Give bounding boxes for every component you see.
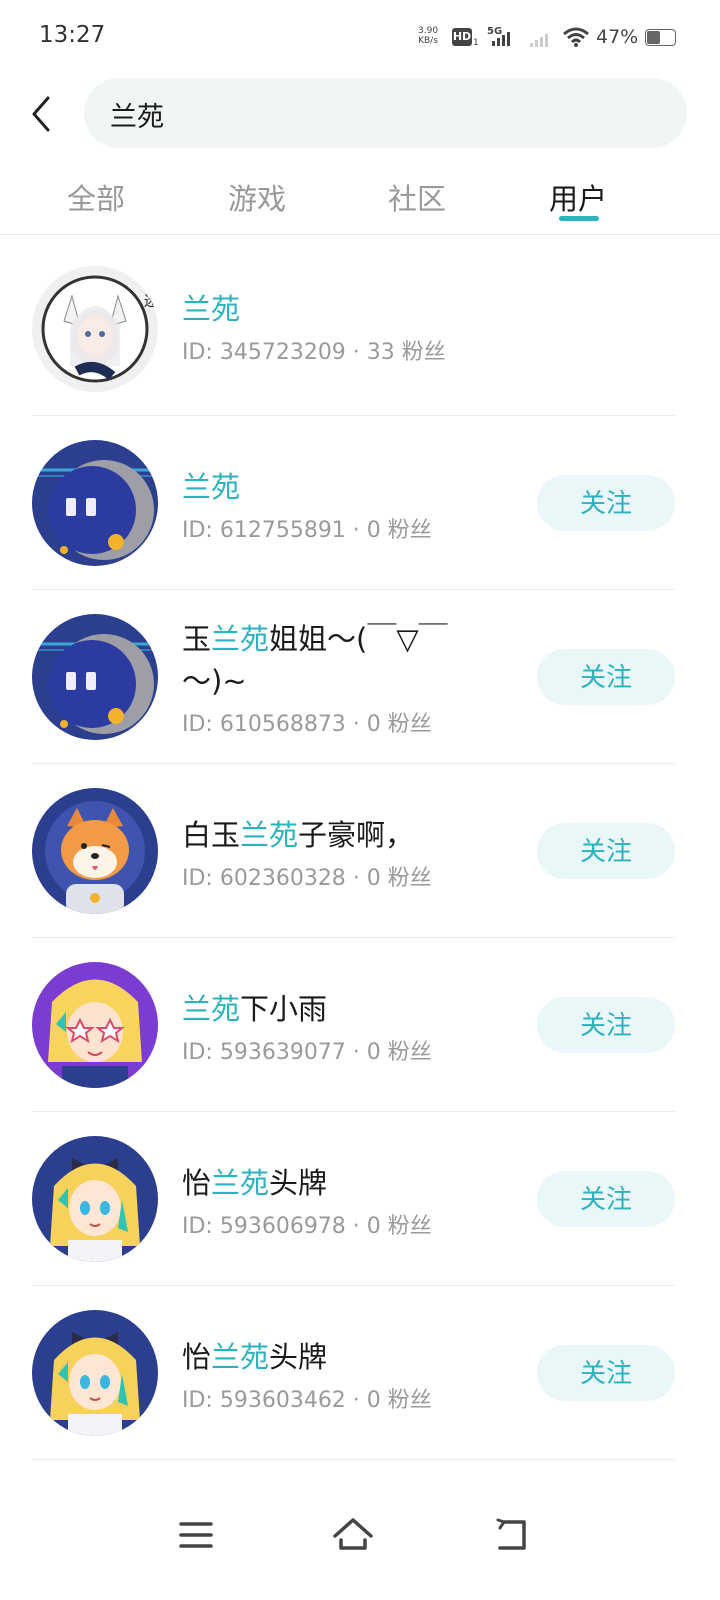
user-list-item[interactable]: 怡兰苑头牌 ID: 593606978 · 0 粉丝 关注 [0, 1112, 720, 1286]
active-tab-indicator [559, 216, 599, 221]
tab-all[interactable]: 全部 [36, 176, 156, 218]
net-speed: 3.90 KB/s [418, 26, 439, 46]
hd-sub: 1 [473, 38, 479, 48]
robot-avatar-icon [32, 440, 158, 566]
user-avatar[interactable] [32, 962, 158, 1088]
robot-avatar-icon [32, 614, 158, 740]
user-info: 玉兰苑姐姐～(￣▽￣～)~ ID: 610568873 · 0 粉丝 [182, 618, 492, 738]
user-list-item[interactable]: 玉兰苑姐姐～(￣▽￣～)~ ID: 610568873 · 0 粉丝 关注 [0, 590, 720, 764]
user-list-item[interactable]: 怡兰苑头牌 ID: 593603462 · 0 粉丝 关注 [0, 1286, 720, 1460]
status-bar: 13:27 3.90 KB/s HD 1 5G 47% [0, 0, 720, 74]
battery-icon [645, 29, 676, 46]
back-arrow-icon[interactable] [24, 92, 64, 136]
follow-button[interactable]: 关注 [537, 475, 675, 531]
user-info: 兰苑 ID: 345723209 · 33 粉丝 [182, 288, 492, 366]
user-meta: ID: 602360328 · 0 粉丝 [182, 866, 432, 891]
menu-icon[interactable] [166, 1510, 226, 1560]
follow-button[interactable]: 关注 [537, 1171, 675, 1227]
user-info: 兰苑 ID: 612755891 · 0 粉丝 [182, 466, 492, 544]
follow-button[interactable]: 关注 [537, 649, 675, 705]
user-avatar[interactable] [32, 1136, 158, 1262]
tab-users[interactable]: 用户 [518, 176, 638, 218]
user-info: 怡兰苑头牌 ID: 593603462 · 0 粉丝 [182, 1336, 492, 1414]
follow-button[interactable]: 关注 [537, 1345, 675, 1401]
user-avatar[interactable] [32, 788, 158, 914]
user-name[interactable]: 兰苑下小雨 [182, 988, 492, 1030]
tab-games[interactable]: 游戏 [197, 176, 317, 218]
follow-button[interactable]: 关注 [537, 997, 675, 1053]
user-meta: ID: 593603462 · 0 粉丝 [182, 1388, 432, 1413]
user-list-item[interactable]: 兰苑 ID: 612755891 · 0 粉丝 关注 [0, 416, 720, 590]
user-name[interactable]: 怡兰苑头牌 [182, 1162, 492, 1204]
search-bar[interactable] [84, 78, 687, 150]
svg-text:迷: 迷 [144, 294, 158, 310]
bow-girl-avatar-icon [32, 1310, 158, 1436]
signal-5g-icon: 5G [487, 26, 510, 46]
user-avatar[interactable] [32, 440, 158, 566]
search-input[interactable] [108, 78, 672, 150]
hd-icon: HD [452, 28, 472, 46]
user-info: 怡兰苑头牌 ID: 593606978 · 0 粉丝 [182, 1162, 492, 1240]
user-avatar[interactable] [32, 614, 158, 740]
user-info: 兰苑下小雨 ID: 593639077 · 0 粉丝 [182, 988, 492, 1066]
user-meta: ID: 593639077 · 0 粉丝 [182, 1040, 432, 1065]
user-list-item[interactable]: 迷 兰苑 ID: 345723209 · 33 粉丝 [0, 242, 720, 416]
user-list-item[interactable]: 兰苑下小雨 ID: 593639077 · 0 粉丝 关注 [0, 938, 720, 1112]
signal-icon [530, 34, 548, 47]
tab-community[interactable]: 社区 [357, 176, 477, 218]
user-list-item[interactable]: 白玉兰苑子豪啊， ID: 602360328 · 0 粉丝 关注 [0, 764, 720, 938]
star-glasses-girl-avatar-icon [32, 962, 158, 1088]
status-time: 13:27 [39, 22, 106, 48]
user-meta: ID: 345723209 · 33 粉丝 [182, 340, 446, 365]
fox-girl-avatar-icon: 迷 [32, 266, 158, 392]
bow-girl-avatar-icon [32, 1136, 158, 1262]
follow-button[interactable]: 关注 [537, 823, 675, 879]
user-name[interactable]: 白玉兰苑子豪啊， [182, 814, 492, 856]
system-nav-bar [0, 1490, 720, 1600]
battery-percent: 47% [596, 26, 639, 48]
user-avatar[interactable]: 迷 [32, 266, 158, 392]
user-name[interactable]: 怡兰苑头牌 [182, 1336, 492, 1378]
user-avatar[interactable] [32, 1310, 158, 1436]
wifi-icon [563, 27, 589, 47]
user-info: 白玉兰苑子豪啊， ID: 602360328 · 0 粉丝 [182, 814, 492, 892]
back-icon[interactable] [480, 1510, 540, 1560]
user-meta: ID: 612755891 · 0 粉丝 [182, 518, 432, 543]
user-meta: ID: 593606978 · 0 粉丝 [182, 1214, 432, 1239]
user-name[interactable]: 兰苑 [182, 288, 492, 330]
network-label: 5G [487, 26, 502, 37]
user-name[interactable]: 兰苑 [182, 466, 492, 508]
tab-bar: 全部 游戏 社区 用户 [0, 160, 720, 235]
user-meta: ID: 610568873 · 0 粉丝 [182, 712, 432, 737]
user-name[interactable]: 玉兰苑姐姐～(￣▽￣～)~ [182, 618, 492, 702]
home-icon[interactable] [323, 1510, 383, 1560]
divider [32, 1459, 675, 1460]
shiba-astronaut-avatar-icon [32, 788, 158, 914]
